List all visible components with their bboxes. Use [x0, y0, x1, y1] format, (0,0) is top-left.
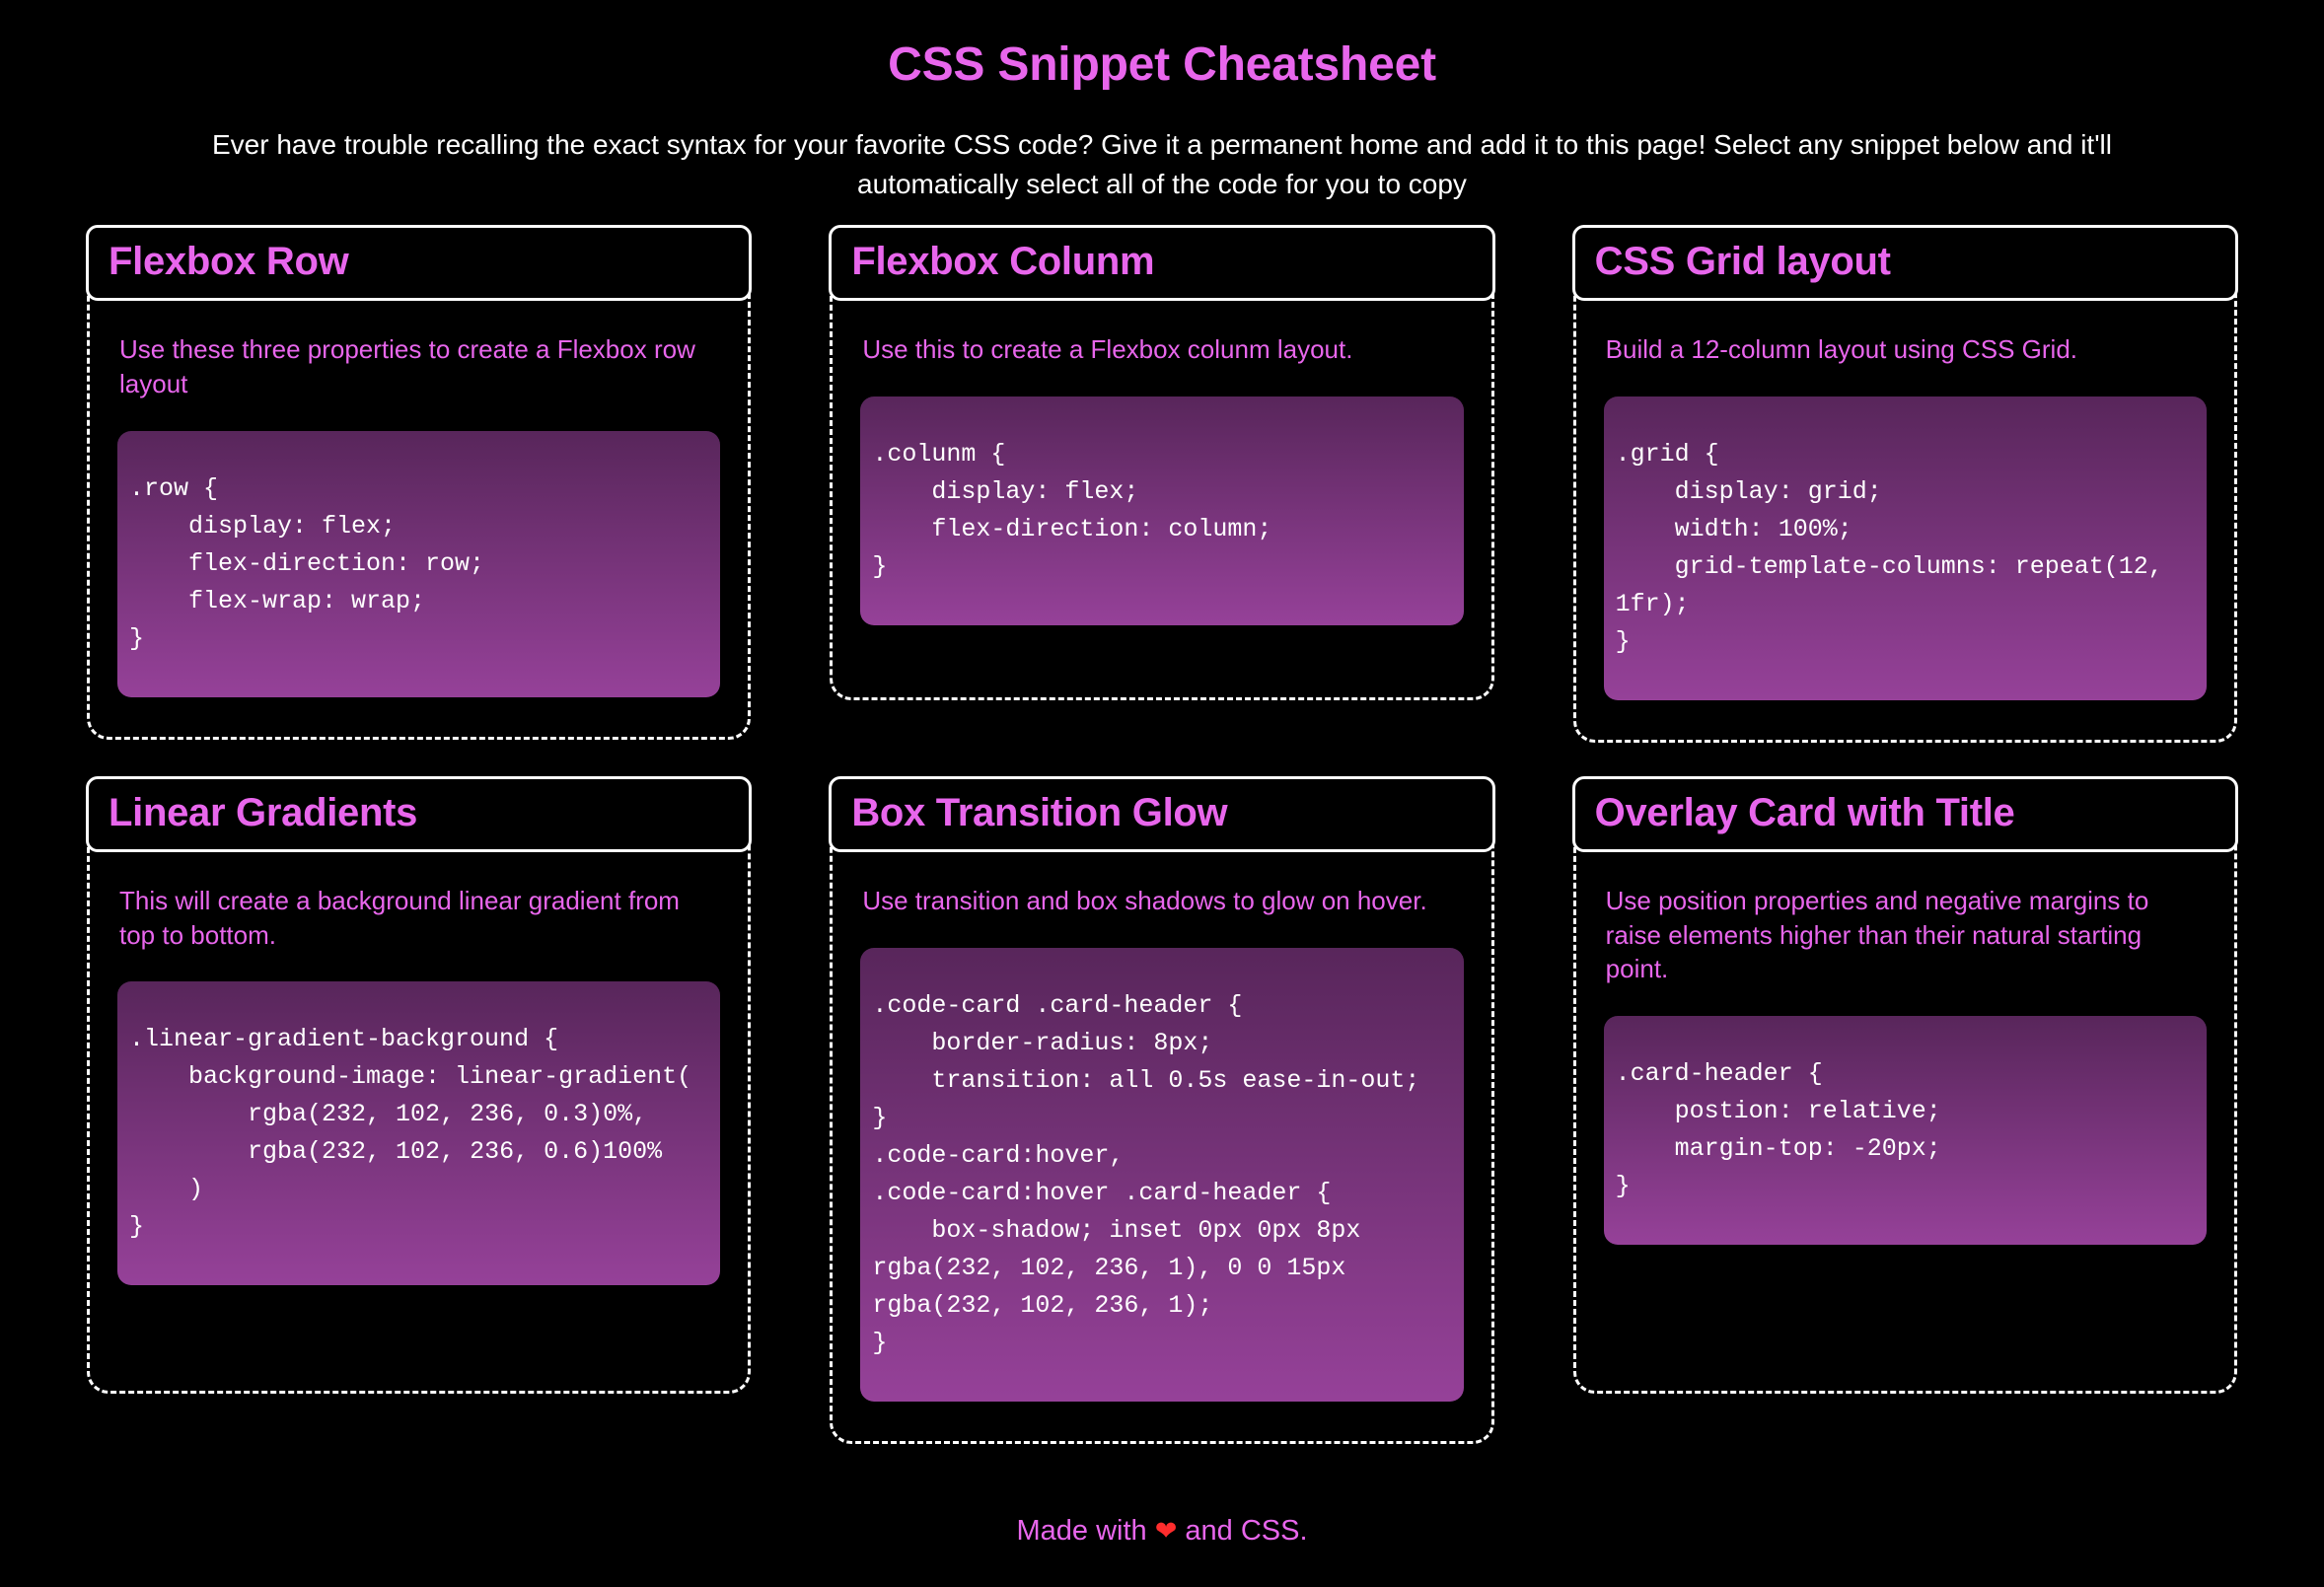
code-block[interactable]: .linear-gradient-background { background…	[117, 981, 721, 1286]
card-header: Flexbox Colunm	[829, 225, 1495, 302]
code-block[interactable]: .code-card .card-header { border-radius:…	[860, 947, 1464, 1402]
footer-text-after: and CSS.	[1177, 1514, 1308, 1547]
card-description: Use transition and box shadows to glow o…	[862, 886, 1427, 916]
footer-text-before: Made with	[1016, 1514, 1155, 1547]
code-snippet[interactable]: .colunm { display: flex; flex-direction:…	[872, 436, 1451, 586]
card-title: Flexbox Row	[109, 240, 349, 284]
code-block[interactable]: .card-header { postion: relative; margin…	[1603, 1015, 2207, 1245]
snippet-card-linear-gradients[interactable]: Linear Gradients This will create a back…	[86, 776, 753, 1395]
snippet-card-overlay-card-with-title[interactable]: Overlay Card with Title Use position pro…	[1571, 776, 2238, 1395]
card-description: Use these three properties to create a F…	[119, 334, 695, 399]
page-title: CSS Snippet Cheatsheet	[888, 38, 1436, 91]
page-subtitle: Ever have trouble recalling the exact sy…	[212, 128, 2112, 199]
snippet-card-flexbox-row[interactable]: Flexbox Row Use these three properties t…	[86, 225, 753, 740]
card-header: Linear Gradients	[86, 776, 753, 853]
snippet-card-box-transition-glow[interactable]: Box Transition Glow Use transition and b…	[829, 776, 1495, 1444]
card-header: CSS Grid layout	[1571, 225, 2238, 302]
card-title: Box Transition Glow	[851, 791, 1228, 835]
card-title: Flexbox Colunm	[851, 240, 1155, 284]
page-footer: Made with ❤ and CSS.	[1016, 1515, 1307, 1587]
code-snippet[interactable]: .card-header { postion: relative; margin…	[1616, 1055, 2195, 1205]
heart-icon: ❤	[1154, 1515, 1178, 1546]
snippet-card-flexbox-column[interactable]: Flexbox Colunm Use this to create a Flex…	[829, 225, 1495, 701]
card-title: Linear Gradients	[109, 791, 418, 835]
code-snippet[interactable]: .row { display: flex; flex-direction: ro…	[129, 470, 708, 658]
code-block[interactable]: .colunm { display: flex; flex-direction:…	[860, 397, 1464, 626]
card-header: Box Transition Glow	[829, 776, 1495, 853]
snippet-card-grid: Flexbox Row Use these three properties t…	[86, 225, 2238, 1444]
code-snippet[interactable]: .code-card .card-header { border-radius:…	[872, 987, 1451, 1362]
card-title: CSS Grid layout	[1594, 240, 1891, 284]
card-description: This will create a background linear gra…	[119, 886, 680, 950]
card-header: Flexbox Row	[86, 225, 753, 302]
code-snippet[interactable]: .linear-gradient-background { background…	[129, 1021, 708, 1246]
code-snippet[interactable]: .grid { display: grid; width: 100%; grid…	[1616, 436, 2195, 661]
page-root: CSS Snippet Cheatsheet Ever have trouble…	[0, 0, 2324, 1587]
card-description: Use position properties and negative mar…	[1605, 886, 2149, 984]
code-block[interactable]: .grid { display: grid; width: 100%; grid…	[1603, 397, 2207, 701]
snippet-card-css-grid-layout[interactable]: CSS Grid layout Build a 12-column layout…	[1571, 225, 2238, 744]
code-block[interactable]: .row { display: flex; flex-direction: ro…	[117, 430, 721, 697]
card-header: Overlay Card with Title	[1571, 776, 2238, 853]
card-title: Overlay Card with Title	[1594, 791, 2015, 835]
card-description: Build a 12-column layout using CSS Grid.	[1605, 334, 2078, 365]
card-description: Use this to create a Flexbox colunm layo…	[862, 334, 1353, 365]
